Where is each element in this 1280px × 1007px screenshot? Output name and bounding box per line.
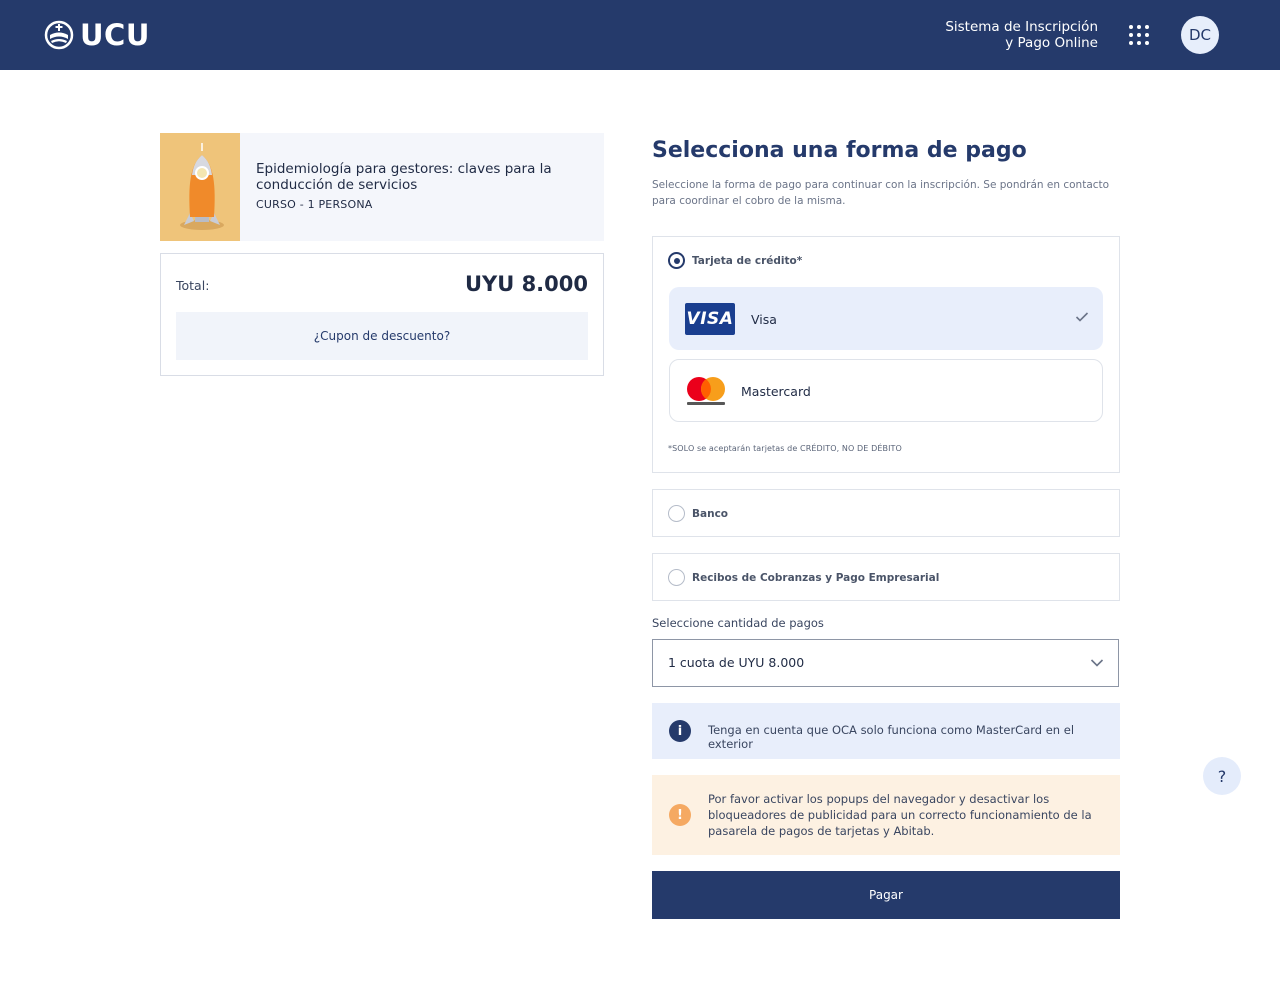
order-summary: Total: UYU 8.000 ¿Cupon de descuento? bbox=[160, 253, 604, 376]
bank-label[interactable]: Banco bbox=[692, 508, 728, 520]
coupon-button[interactable]: ¿Cupon de descuento? bbox=[176, 312, 588, 360]
course-meta: CURSO - 1 PERSONA bbox=[256, 198, 373, 211]
top-navbar: UCU Sistema de Inscripción y Pago Online… bbox=[0, 0, 1280, 70]
credit-card-note: *SOLO se aceptarán tarjetas de CRÉDITO, … bbox=[668, 444, 902, 453]
page-title: Selecciona una forma de pago bbox=[652, 138, 1027, 163]
recibos-radio[interactable] bbox=[668, 569, 685, 586]
chevron-down-icon bbox=[1090, 659, 1104, 667]
total-amount: UYU 8.000 bbox=[464, 272, 588, 296]
payment-method-recibos[interactable]: Recibos de Cobranzas y Pago Empresarial bbox=[652, 553, 1120, 601]
payment-method-credit-card: Tarjeta de crédito* VISA Visa Mastercard… bbox=[652, 236, 1120, 473]
user-avatar[interactable]: DC bbox=[1181, 16, 1219, 54]
system-title: Sistema de Inscripción y Pago Online bbox=[945, 19, 1098, 51]
page-description: Seleccione la forma de pago para continu… bbox=[652, 179, 1110, 207]
system-title-line1: Sistema de Inscripción bbox=[945, 19, 1098, 35]
visa-logo-icon: VISA bbox=[685, 303, 735, 335]
system-title-line2: y Pago Online bbox=[1005, 35, 1098, 51]
installments-value: 1 cuota de UYU 8.000 bbox=[668, 655, 805, 670]
info-notice: i Tenga en cuenta que OCA solo funciona … bbox=[652, 703, 1120, 759]
mastercard-logo-icon bbox=[687, 377, 725, 405]
card-option-mastercard[interactable]: Mastercard bbox=[669, 359, 1103, 422]
check-icon bbox=[1075, 312, 1089, 322]
payment-method-bank[interactable]: Banco bbox=[652, 489, 1120, 537]
credit-card-label[interactable]: Tarjeta de crédito* bbox=[692, 255, 802, 267]
rocket-illustration-icon bbox=[160, 133, 240, 241]
warning-text: Por favor activar los popups del navegad… bbox=[708, 792, 1092, 838]
credit-card-radio[interactable] bbox=[668, 252, 685, 269]
card-name-visa: Visa bbox=[751, 312, 777, 327]
warning-icon: ! bbox=[669, 804, 691, 826]
card-name-mastercard: Mastercard bbox=[741, 384, 811, 399]
installments-label: Seleccione cantidad de pagos bbox=[652, 616, 824, 630]
info-text: Tenga en cuenta que OCA solo funciona co… bbox=[708, 723, 1075, 751]
course-card: Epidemiología para gestores: claves para… bbox=[160, 133, 604, 241]
grid-icon[interactable] bbox=[1126, 22, 1152, 48]
ucu-logo[interactable]: UCU bbox=[44, 17, 150, 53]
course-title: Epidemiología para gestores: claves para… bbox=[256, 161, 552, 193]
card-option-visa[interactable]: VISA Visa bbox=[669, 287, 1103, 350]
warning-notice: ! Por favor activar los popups del naveg… bbox=[652, 775, 1120, 855]
bank-radio[interactable] bbox=[668, 505, 685, 522]
logo-text: UCU bbox=[80, 18, 150, 52]
installments-select[interactable]: 1 cuota de UYU 8.000 bbox=[652, 639, 1119, 687]
info-icon: i bbox=[669, 720, 691, 742]
total-label: Total: bbox=[176, 278, 210, 293]
help-button[interactable]: ? bbox=[1203, 757, 1241, 795]
pay-button[interactable]: Pagar bbox=[652, 871, 1120, 919]
ucu-shield-icon bbox=[44, 20, 74, 50]
recibos-label[interactable]: Recibos de Cobranzas y Pago Empresarial bbox=[692, 572, 939, 584]
